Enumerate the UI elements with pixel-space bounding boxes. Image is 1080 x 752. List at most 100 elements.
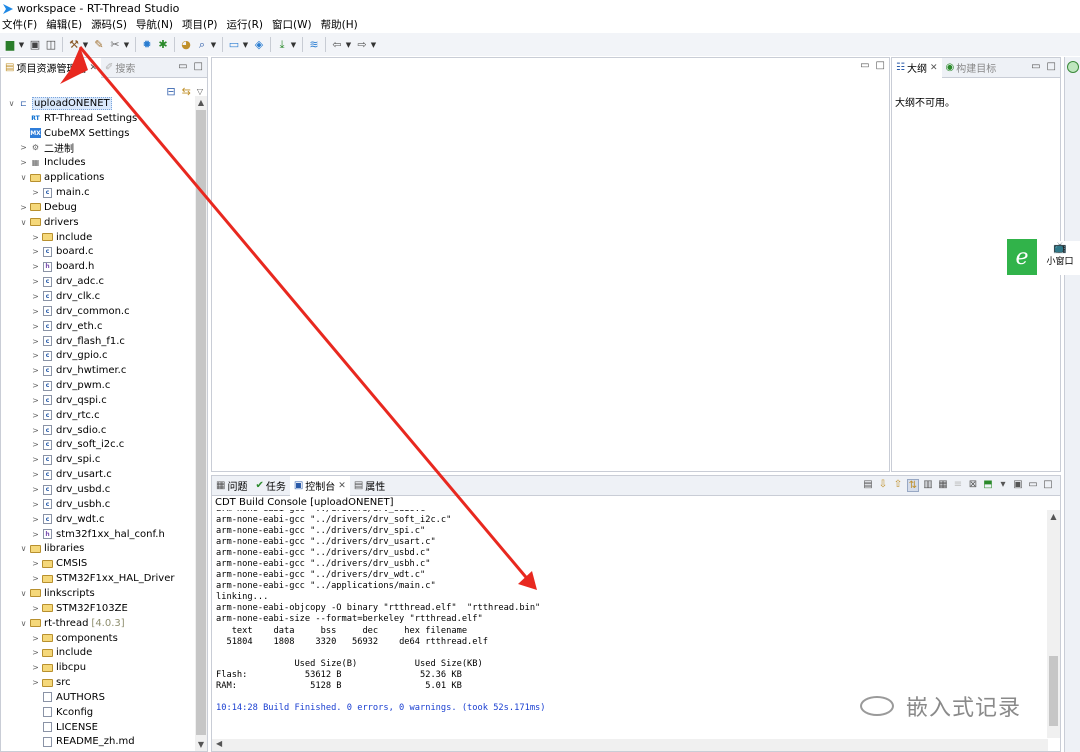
tree-item[interactable]: > libcpu bbox=[31, 660, 86, 675]
tab-properties[interactable]: ▤ 属性 bbox=[350, 476, 389, 496]
clear-console-icon[interactable]: ▤ bbox=[862, 479, 874, 492]
menu-file[interactable]: 文件(F) bbox=[2, 17, 37, 32]
download-dropdown-icon[interactable]: ▼ bbox=[290, 41, 297, 49]
search-icon[interactable]: ⌕ bbox=[195, 38, 209, 52]
tab-console[interactable]: ▣ 控制台 ✕ bbox=[289, 475, 350, 496]
tree-item[interactable]: > h stm32f1xx_hal_conf.h bbox=[31, 527, 165, 542]
tree-item[interactable]: > c drv_common.c bbox=[31, 304, 129, 319]
minimize-icon[interactable]: ▭ bbox=[860, 60, 869, 71]
terminal-icon[interactable]: ▭ bbox=[227, 38, 241, 52]
tree-item[interactable]: MX CubeMX Settings bbox=[19, 126, 130, 141]
chevron-down-icon[interactable]: ∨ bbox=[19, 589, 28, 598]
chevron-down-icon[interactable]: ∨ bbox=[19, 218, 28, 227]
chevron-right-icon[interactable]: > bbox=[31, 351, 40, 360]
chevron-right-icon[interactable]: > bbox=[31, 440, 40, 449]
chevron-right-icon[interactable]: > bbox=[31, 648, 40, 657]
tree-item[interactable]: README_zh.md bbox=[31, 735, 135, 750]
chevron-right-icon[interactable]: > bbox=[31, 307, 40, 316]
chevron-right-icon[interactable]: > bbox=[31, 292, 40, 301]
chevron-right-icon[interactable]: > bbox=[19, 203, 28, 212]
maximize-icon[interactable]: □ bbox=[1042, 479, 1054, 492]
chevron-right-icon[interactable]: > bbox=[31, 604, 40, 613]
globe-icon[interactable] bbox=[1067, 61, 1079, 73]
chevron-down-icon[interactable]: ∨ bbox=[19, 619, 28, 628]
console-horizontal-scrollbar[interactable]: ◀ bbox=[212, 739, 1048, 751]
tree-item[interactable]: ∨ drivers bbox=[19, 215, 79, 230]
tree-item[interactable]: ∨ ⊏ uploadONENET bbox=[7, 96, 112, 111]
editor-area[interactable]: ▭ □ bbox=[211, 57, 890, 472]
tree-item[interactable]: > src bbox=[31, 675, 70, 690]
menu-window[interactable]: 窗口(W) bbox=[272, 17, 312, 32]
chevron-right-icon[interactable]: > bbox=[31, 678, 40, 687]
chevron-right-icon[interactable]: > bbox=[31, 233, 40, 242]
forward-arrow-icon[interactable]: ⇨ bbox=[355, 38, 369, 52]
chevron-right-icon[interactable]: > bbox=[31, 455, 40, 464]
tree-item[interactable]: > c drv_usart.c bbox=[31, 467, 112, 482]
new-console-icon[interactable]: ▣ bbox=[1012, 479, 1024, 492]
tab-problems[interactable]: ▦ 问题 bbox=[212, 476, 251, 496]
chevron-right-icon[interactable]: > bbox=[31, 381, 40, 390]
tree-item[interactable]: > c drv_adc.c bbox=[31, 274, 104, 289]
tree-item[interactable]: ∨ libraries bbox=[19, 542, 85, 557]
chevron-right-icon[interactable]: > bbox=[31, 322, 40, 331]
tree-item[interactable]: > c drv_rtc.c bbox=[31, 408, 99, 423]
chevron-right-icon[interactable]: > bbox=[31, 530, 40, 539]
menu-help[interactable]: 帮助(H) bbox=[321, 17, 358, 32]
search-dropdown-icon[interactable]: ▼ bbox=[210, 41, 217, 49]
chevron-right-icon[interactable]: > bbox=[19, 143, 28, 152]
e-logo-icon[interactable]: e bbox=[1007, 239, 1037, 275]
tab-build-targets[interactable]: ◉ 构建目标 bbox=[942, 58, 1001, 78]
gear-icon[interactable]: ✹ bbox=[140, 38, 154, 52]
maximize-icon[interactable]: □ bbox=[194, 61, 203, 72]
console-vertical-scrollbar[interactable]: ▲ bbox=[1047, 510, 1060, 738]
tree-item[interactable]: > c board.c bbox=[31, 245, 93, 260]
save-icon[interactable]: ▣ bbox=[28, 38, 42, 52]
tree-item[interactable]: > h board.h bbox=[31, 259, 94, 274]
maximize-icon[interactable]: □ bbox=[1047, 61, 1056, 72]
show-on-output-icon[interactable]: ≡ bbox=[952, 479, 964, 492]
menu-navigate[interactable]: 导航(N) bbox=[136, 17, 173, 32]
chevron-right-icon[interactable]: > bbox=[31, 337, 40, 346]
word-wrap-icon[interactable]: ▦ bbox=[937, 479, 949, 492]
scrollbar-thumb[interactable] bbox=[196, 110, 206, 735]
chevron-right-icon[interactable]: > bbox=[31, 277, 40, 286]
tree-item[interactable]: > c main.c bbox=[31, 185, 90, 200]
chevron-right-icon[interactable]: > bbox=[31, 262, 40, 271]
tree-item[interactable]: > c drv_pwm.c bbox=[31, 378, 110, 393]
download-icon[interactable]: ⤓ bbox=[275, 38, 289, 52]
scroll-up-arrow-icon[interactable]: ⇧ bbox=[892, 479, 904, 492]
tab-outline[interactable]: ☷ 大纲 ✕ bbox=[892, 57, 942, 78]
tree-item[interactable]: ∨ rt-thread [4.0.3] bbox=[19, 616, 125, 631]
scroll-up-icon[interactable]: ▲ bbox=[1047, 512, 1060, 521]
chevron-right-icon[interactable]: > bbox=[31, 188, 40, 197]
chevron-right-icon[interactable]: > bbox=[31, 247, 40, 256]
menu-project[interactable]: 项目(P) bbox=[182, 17, 218, 32]
tree-item[interactable]: > ⚙ 二进制 bbox=[19, 141, 74, 155]
chevron-right-icon[interactable]: > bbox=[31, 470, 40, 479]
tree-item[interactable]: > STM32F103ZE bbox=[31, 601, 128, 616]
open-folder-icon[interactable]: ◕ bbox=[179, 38, 193, 52]
tools-dropdown-icon[interactable]: ▼ bbox=[123, 41, 130, 49]
tree-item[interactable]: > Debug bbox=[19, 200, 77, 215]
tree-item[interactable]: > include bbox=[31, 230, 92, 245]
tree-item[interactable]: > STM32F1xx_HAL_Driver bbox=[31, 571, 174, 586]
tree-item[interactable]: > c drv_soft_i2c.c bbox=[31, 438, 124, 453]
chevron-right-icon[interactable]: > bbox=[31, 634, 40, 643]
remove-launch-icon[interactable]: ⊠ bbox=[967, 479, 979, 492]
explorer-scrollbar[interactable]: ▲ ▼ bbox=[195, 96, 207, 751]
tree-item[interactable]: > components bbox=[31, 631, 118, 646]
tab-tasks[interactable]: ✔ 任务 bbox=[251, 476, 289, 496]
tree-item[interactable]: > c drv_clk.c bbox=[31, 289, 100, 304]
chevron-right-icon[interactable]: > bbox=[31, 366, 40, 375]
chevron-down-icon[interactable]: ∨ bbox=[19, 544, 28, 553]
chevron-right-icon[interactable]: > bbox=[31, 515, 40, 524]
view-menu-icon[interactable]: ▽ bbox=[197, 87, 203, 96]
menu-source[interactable]: 源码(S) bbox=[91, 17, 127, 32]
open-console-icon[interactable]: ▾ bbox=[997, 479, 1009, 492]
tree-item[interactable]: RT RT-Thread Settings bbox=[19, 111, 137, 126]
tree-item[interactable]: > CMSIS bbox=[31, 556, 87, 571]
scroll-left-icon[interactable]: ◀ bbox=[216, 739, 222, 748]
scroll-down-icon[interactable]: ▼ bbox=[195, 740, 207, 749]
tree-item[interactable]: LICENSE bbox=[31, 720, 98, 735]
forward-dropdown-icon[interactable]: ▼ bbox=[370, 41, 377, 49]
